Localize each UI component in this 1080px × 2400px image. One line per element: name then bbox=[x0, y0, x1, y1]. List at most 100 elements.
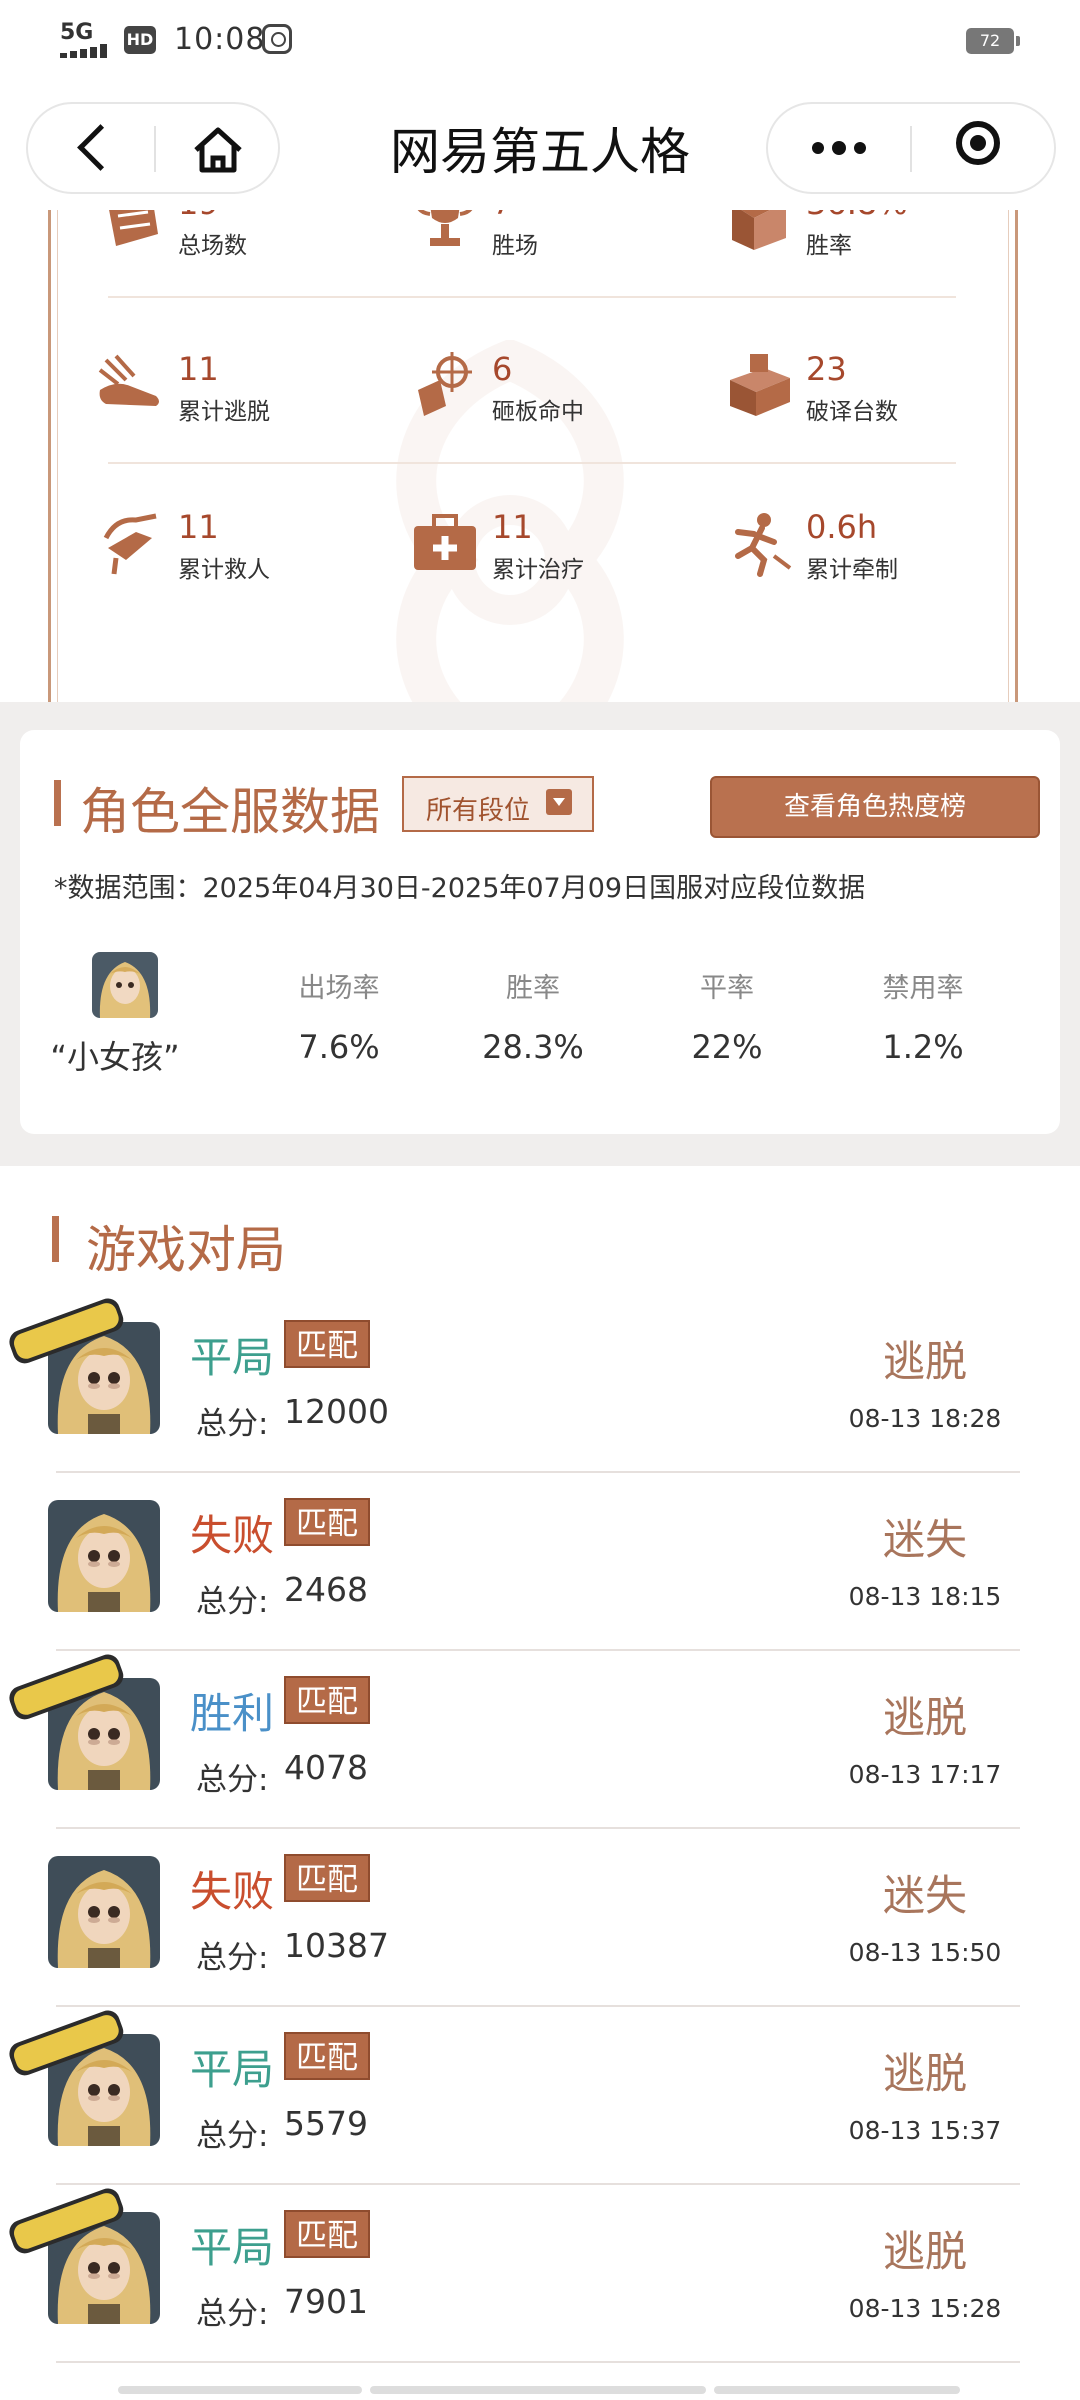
running-shoe-icon bbox=[98, 354, 159, 406]
stat-header: 禁用率 bbox=[882, 973, 964, 1004]
match-result: 平局 bbox=[190, 1333, 275, 1382]
rank-filter-dropdown[interactable]: 所有段位 bbox=[402, 776, 594, 832]
match-mode-tag: 匹配 bbox=[284, 1676, 370, 1724]
stat-label: 砸板命中 bbox=[492, 399, 584, 425]
divider bbox=[108, 462, 956, 464]
match-row[interactable]: 胜利 匹配 总分: 4078 逃脱 08-13 17:17 bbox=[0, 1650, 1080, 1829]
match-outcome: 逃脱 bbox=[882, 2227, 967, 2276]
stat-value: 6 bbox=[492, 350, 513, 388]
stat-value: 1.2% bbox=[882, 1028, 964, 1066]
score-label: 总分: bbox=[196, 1584, 269, 1620]
stat-label: 胜场 bbox=[492, 233, 538, 259]
overview-stats-section: 19 总场数 7 胜场 36.8% 胜率 11 累计逃脱 6 砸板命中 23 破… bbox=[0, 210, 1080, 702]
score-label: 总分: bbox=[196, 1762, 269, 1798]
status-bar: 5G HD 10:08 72 bbox=[0, 0, 1080, 80]
match-result: 平局 bbox=[190, 2223, 275, 2272]
hero-stats-card: 角色全服数据 所有段位 查看角色热度榜 *数据范围：2025年04月30日-20… bbox=[20, 730, 1060, 1134]
stat-header: 胜率 bbox=[506, 973, 560, 1004]
stat-value: 22% bbox=[691, 1028, 763, 1066]
kite-runner-icon bbox=[735, 513, 792, 577]
stat-label: 总场数 bbox=[178, 233, 247, 259]
scroll-indicator bbox=[118, 2386, 362, 2394]
helping-hand-icon bbox=[103, 513, 157, 575]
match-history-title: 游戏对局 bbox=[86, 1221, 286, 1279]
stat-value: 11 bbox=[492, 508, 533, 546]
stat-label: 破译台数 bbox=[806, 399, 898, 425]
stat-label: 累计牵制 bbox=[806, 557, 898, 583]
match-result: 失败 bbox=[190, 1511, 275, 1560]
match-time: 08-13 17:17 bbox=[848, 1760, 1002, 1789]
score-value: 12000 bbox=[284, 1392, 389, 1431]
medal-badge-icon bbox=[2, 1652, 130, 1720]
match-result: 失败 bbox=[190, 1867, 275, 1916]
match-outcome: 迷失 bbox=[882, 1871, 967, 1920]
stat-wins: 7 胜场 bbox=[410, 210, 710, 266]
trophy-icon bbox=[417, 210, 473, 246]
match-mode-tag: 匹配 bbox=[284, 1854, 370, 1902]
nav-bar: 网易第五人格 bbox=[0, 80, 1080, 210]
nav-right-capsule bbox=[766, 102, 1056, 194]
app-notification-icon bbox=[262, 24, 292, 54]
home-icon[interactable] bbox=[156, 104, 280, 192]
character-name: “小女孩” bbox=[50, 1038, 180, 1076]
match-outcome: 逃脱 bbox=[882, 2049, 967, 2098]
character-avatar bbox=[48, 1856, 160, 1968]
match-row[interactable]: 失败 匹配 总分: 2468 迷失 08-13 18:15 bbox=[0, 1472, 1080, 1651]
crosshair-icon bbox=[418, 352, 472, 416]
score-label: 总分: bbox=[196, 1406, 269, 1442]
nav-left-capsule bbox=[26, 102, 280, 194]
match-time: 08-13 15:50 bbox=[848, 1938, 1002, 1967]
stat-rescues: 11 累计救人 bbox=[96, 500, 396, 590]
medal-badge-icon bbox=[2, 2186, 130, 2254]
match-result: 胜利 bbox=[190, 1689, 275, 1738]
score-label: 总分: bbox=[196, 1940, 269, 1976]
score-value: 4078 bbox=[284, 1748, 368, 1787]
stat-value: 28.3% bbox=[482, 1028, 584, 1066]
stat-total-games: 19 总场数 bbox=[96, 210, 396, 266]
stat-value: 0.6h bbox=[806, 508, 878, 546]
stat-value: 19 bbox=[178, 210, 219, 222]
score-value: 5579 bbox=[284, 2104, 368, 2143]
stat-value: 11 bbox=[178, 350, 219, 388]
match-row[interactable]: 平局 匹配 总分: 7901 逃脱 08-13 15:28 bbox=[0, 2184, 1080, 2363]
signal-bars-icon bbox=[60, 44, 110, 58]
network-type: 5G bbox=[60, 20, 94, 45]
stat-header: 平率 bbox=[700, 973, 754, 1004]
hero-popularity-button[interactable]: 查看角色热度榜 bbox=[710, 776, 1040, 838]
stat-value: 36.8% bbox=[806, 210, 908, 222]
score-label: 总分: bbox=[196, 2118, 269, 2154]
score-value: 10387 bbox=[284, 1926, 389, 1965]
stat-heals: 11 累计治疗 bbox=[410, 500, 710, 590]
match-result: 平局 bbox=[190, 2045, 275, 2094]
close-miniprogram-icon[interactable] bbox=[912, 104, 1056, 192]
match-row[interactable]: 失败 匹配总分: 10387 迷失 08-13 15:50 bbox=[0, 1828, 1080, 2007]
stat-kite-time: 0.6h 累计牵制 bbox=[724, 500, 1024, 590]
section-marker bbox=[54, 780, 61, 826]
medkit-icon bbox=[414, 514, 476, 570]
stat-label: 累计治疗 bbox=[492, 557, 584, 583]
divider bbox=[56, 2361, 1020, 2363]
divider bbox=[108, 296, 956, 298]
match-row[interactable]: 平局 匹配 总分: 12000 逃脱 08-13 18:28 bbox=[0, 1294, 1080, 1473]
back-icon[interactable] bbox=[28, 104, 154, 192]
match-mode-tag: 匹配 bbox=[284, 2210, 370, 2258]
cipher-machine-icon bbox=[730, 354, 790, 416]
rank-filter-label: 所有段位 bbox=[426, 796, 531, 826]
chevron-down-icon bbox=[546, 789, 572, 815]
scroll-indicator bbox=[370, 2386, 706, 2394]
hd-icon: HD bbox=[124, 26, 156, 54]
match-mode-tag: 匹配 bbox=[284, 1320, 370, 1368]
score-label: 总分: bbox=[196, 2296, 269, 2332]
match-row[interactable]: 平局 匹配总分: 5579 逃脱 08-13 15:37 bbox=[0, 2006, 1080, 2185]
match-mode-tag: 匹配 bbox=[284, 2032, 370, 2080]
match-outcome: 迷失 bbox=[882, 1515, 967, 1564]
more-icon[interactable] bbox=[768, 104, 908, 192]
clock: 10:08 bbox=[174, 22, 266, 57]
match-mode-tag: 匹配 bbox=[284, 1498, 370, 1546]
match-time: 08-13 15:37 bbox=[848, 2116, 1002, 2145]
hero-stats-title: 角色全服数据 bbox=[80, 783, 380, 841]
score-value: 7901 bbox=[284, 2282, 368, 2321]
stat-header: 出场率 bbox=[298, 973, 380, 1004]
stat-label: 累计救人 bbox=[178, 557, 270, 583]
scroll-indicator bbox=[714, 2386, 960, 2394]
